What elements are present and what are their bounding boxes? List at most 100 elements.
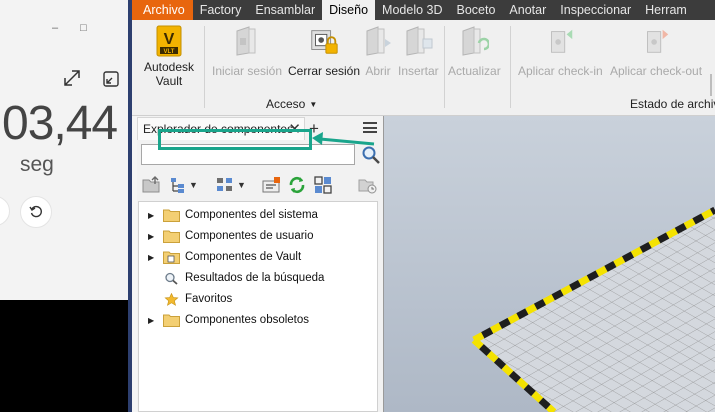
- refresh-button[interactable]: [287, 174, 307, 196]
- tree-item-label: Componentes de usuario: [185, 230, 314, 242]
- open-label: Abrir: [365, 64, 391, 78]
- checkin-button[interactable]: Aplicar check-in: [518, 24, 603, 78]
- insert-label: Insertar: [398, 64, 439, 78]
- maximize-button[interactable]: □: [80, 22, 87, 34]
- tree-item-label: Resultados de la búsqueda: [185, 272, 325, 284]
- inventor-app: Archivo Factory Ensamblar Diseño Modelo …: [132, 0, 715, 412]
- elapsed-time: 03,44: [2, 97, 118, 150]
- ribbon-overflow-edge: [710, 74, 715, 96]
- ribbon-panel: V VLT Autodesk Vault Iniciar sesión Cerr…: [132, 20, 715, 116]
- annotation-highlight-box: [158, 129, 312, 150]
- expand-arrow-icon[interactable]: ▶: [148, 253, 160, 262]
- checkout-button[interactable]: Aplicar check-out: [610, 24, 702, 78]
- list-view-icon: [217, 178, 232, 191]
- ribbon-tab-bar: Archivo Factory Ensamblar Diseño Modelo …: [132, 0, 715, 20]
- tree-item-favoritos[interactable]: Favoritos: [139, 290, 232, 308]
- logout-button[interactable]: Cerrar sesión: [288, 24, 360, 78]
- insert-icon: [406, 26, 433, 56]
- update-button[interactable]: Actualizar: [448, 24, 501, 78]
- tab-factory[interactable]: Factory: [193, 0, 249, 20]
- properties-icon: [262, 177, 280, 193]
- logout-label: Cerrar sesión: [288, 64, 361, 78]
- logout-icon: [311, 30, 338, 54]
- tab-diseno[interactable]: Diseño: [322, 0, 376, 20]
- insert-button[interactable]: Insertar: [398, 24, 439, 78]
- folder-icon: [163, 230, 180, 243]
- tab-herramientas[interactable]: Herram: [638, 0, 694, 20]
- tree-item-label: Componentes de Vault: [185, 251, 302, 263]
- update-label: Actualizar: [448, 64, 501, 78]
- group-access-label[interactable]: Acceso ▼: [266, 97, 317, 111]
- checkin-icon: [551, 29, 573, 53]
- minimize-button[interactable]: –: [52, 22, 58, 34]
- login-label: Iniciar sesión: [212, 64, 283, 78]
- chevron-down-icon: ▼: [237, 180, 246, 190]
- history-folder-icon: [358, 179, 377, 194]
- folder-icon: [163, 209, 180, 222]
- tab-anotar[interactable]: Anotar: [502, 0, 553, 20]
- tree-item-componentes-del-sistema[interactable]: ▶ Componentes del sistema: [139, 206, 318, 224]
- refresh-icon: [289, 176, 305, 194]
- stopwatch-window: – □ 03,44 seg: [0, 0, 128, 300]
- group-file-state-label: Estado de archivo: [630, 97, 715, 111]
- vault-label-line1: Autodesk: [144, 60, 195, 74]
- history-button[interactable]: [357, 174, 377, 196]
- open-button[interactable]: Abrir: [362, 24, 394, 78]
- login-button[interactable]: Iniciar sesión: [212, 24, 282, 78]
- ribbon-separator: [510, 26, 511, 108]
- tree-view-button[interactable]: ▼: [169, 174, 198, 196]
- folder-icon: [163, 314, 180, 327]
- stopwatch-window-controls: – □: [52, 22, 87, 34]
- vault-folder-icon: [163, 251, 180, 264]
- list-view-button[interactable]: ▼: [215, 174, 246, 196]
- star-icon: [164, 292, 179, 306]
- ground-plane: [471, 206, 715, 412]
- tab-boceto[interactable]: Boceto: [450, 0, 503, 20]
- ribbon-separator: [444, 26, 445, 108]
- component-tree: ▶ Componentes del sistema ▶ Componentes …: [138, 201, 378, 412]
- grid-floor: [474, 210, 715, 412]
- folder-up-icon: [142, 176, 160, 193]
- ribbon-separator: [204, 26, 205, 108]
- expand-icon[interactable]: [62, 68, 82, 88]
- svg-text:VLT: VLT: [164, 49, 175, 55]
- checkout-label: Aplicar check-out: [610, 64, 703, 78]
- graphics-viewport[interactable]: [384, 116, 715, 412]
- tab-inspeccionar[interactable]: Inspeccionar: [553, 0, 638, 20]
- library-icon: [314, 176, 332, 194]
- tab-ensamblar[interactable]: Ensamblar: [248, 0, 322, 20]
- expand-arrow-icon[interactable]: ▶: [148, 211, 160, 220]
- tree-item-label: Componentes obsoletos: [185, 314, 310, 326]
- open-icon: [366, 26, 391, 56]
- vault-label-line2: Vault: [155, 74, 183, 88]
- search-results-icon: [165, 272, 178, 285]
- tree-item-componentes-obsoletos[interactable]: ▶ Componentes obsoletos: [139, 311, 309, 329]
- start-button[interactable]: [0, 196, 10, 226]
- vault-logo-icon: V VLT: [156, 25, 182, 57]
- browser-toolbar: ▼ ▼: [141, 174, 381, 196]
- login-icon: [236, 26, 256, 56]
- update-icon: [462, 26, 490, 56]
- compact-overlay-icon[interactable]: [102, 70, 120, 88]
- checkout-icon: [647, 29, 669, 53]
- properties-button[interactable]: [261, 174, 281, 196]
- autodesk-vault-button[interactable]: V VLT Autodesk Vault: [144, 24, 194, 88]
- up-folder-button[interactable]: [141, 174, 161, 196]
- time-unit-label: seg: [20, 153, 54, 176]
- chevron-down-icon: ▼: [189, 180, 198, 190]
- tab-modelo-3d[interactable]: Modelo 3D: [375, 0, 449, 20]
- reset-button[interactable]: [20, 196, 52, 228]
- tree-item-label: Favoritos: [185, 293, 233, 305]
- tree-item-componentes-de-vault[interactable]: ▶ Componentes de Vault: [139, 248, 301, 266]
- screenshot-root: – □ 03,44 seg Archivo Factory Ensamblar …: [0, 0, 715, 412]
- expand-arrow-icon[interactable]: ▶: [148, 232, 160, 241]
- expand-arrow-icon[interactable]: ▶: [148, 316, 160, 325]
- library-view-button[interactable]: [313, 174, 333, 196]
- tree-item-resultados-busqueda[interactable]: Resultados de la búsqueda: [139, 269, 324, 287]
- tree-item-componentes-de-usuario[interactable]: ▶ Componentes de usuario: [139, 227, 314, 245]
- tree-item-label: Componentes del sistema: [185, 209, 318, 221]
- tab-archivo[interactable]: Archivo: [132, 0, 193, 20]
- checkin-label: Aplicar check-in: [518, 64, 603, 78]
- reset-icon: [29, 205, 42, 218]
- svg-text:V: V: [164, 31, 175, 48]
